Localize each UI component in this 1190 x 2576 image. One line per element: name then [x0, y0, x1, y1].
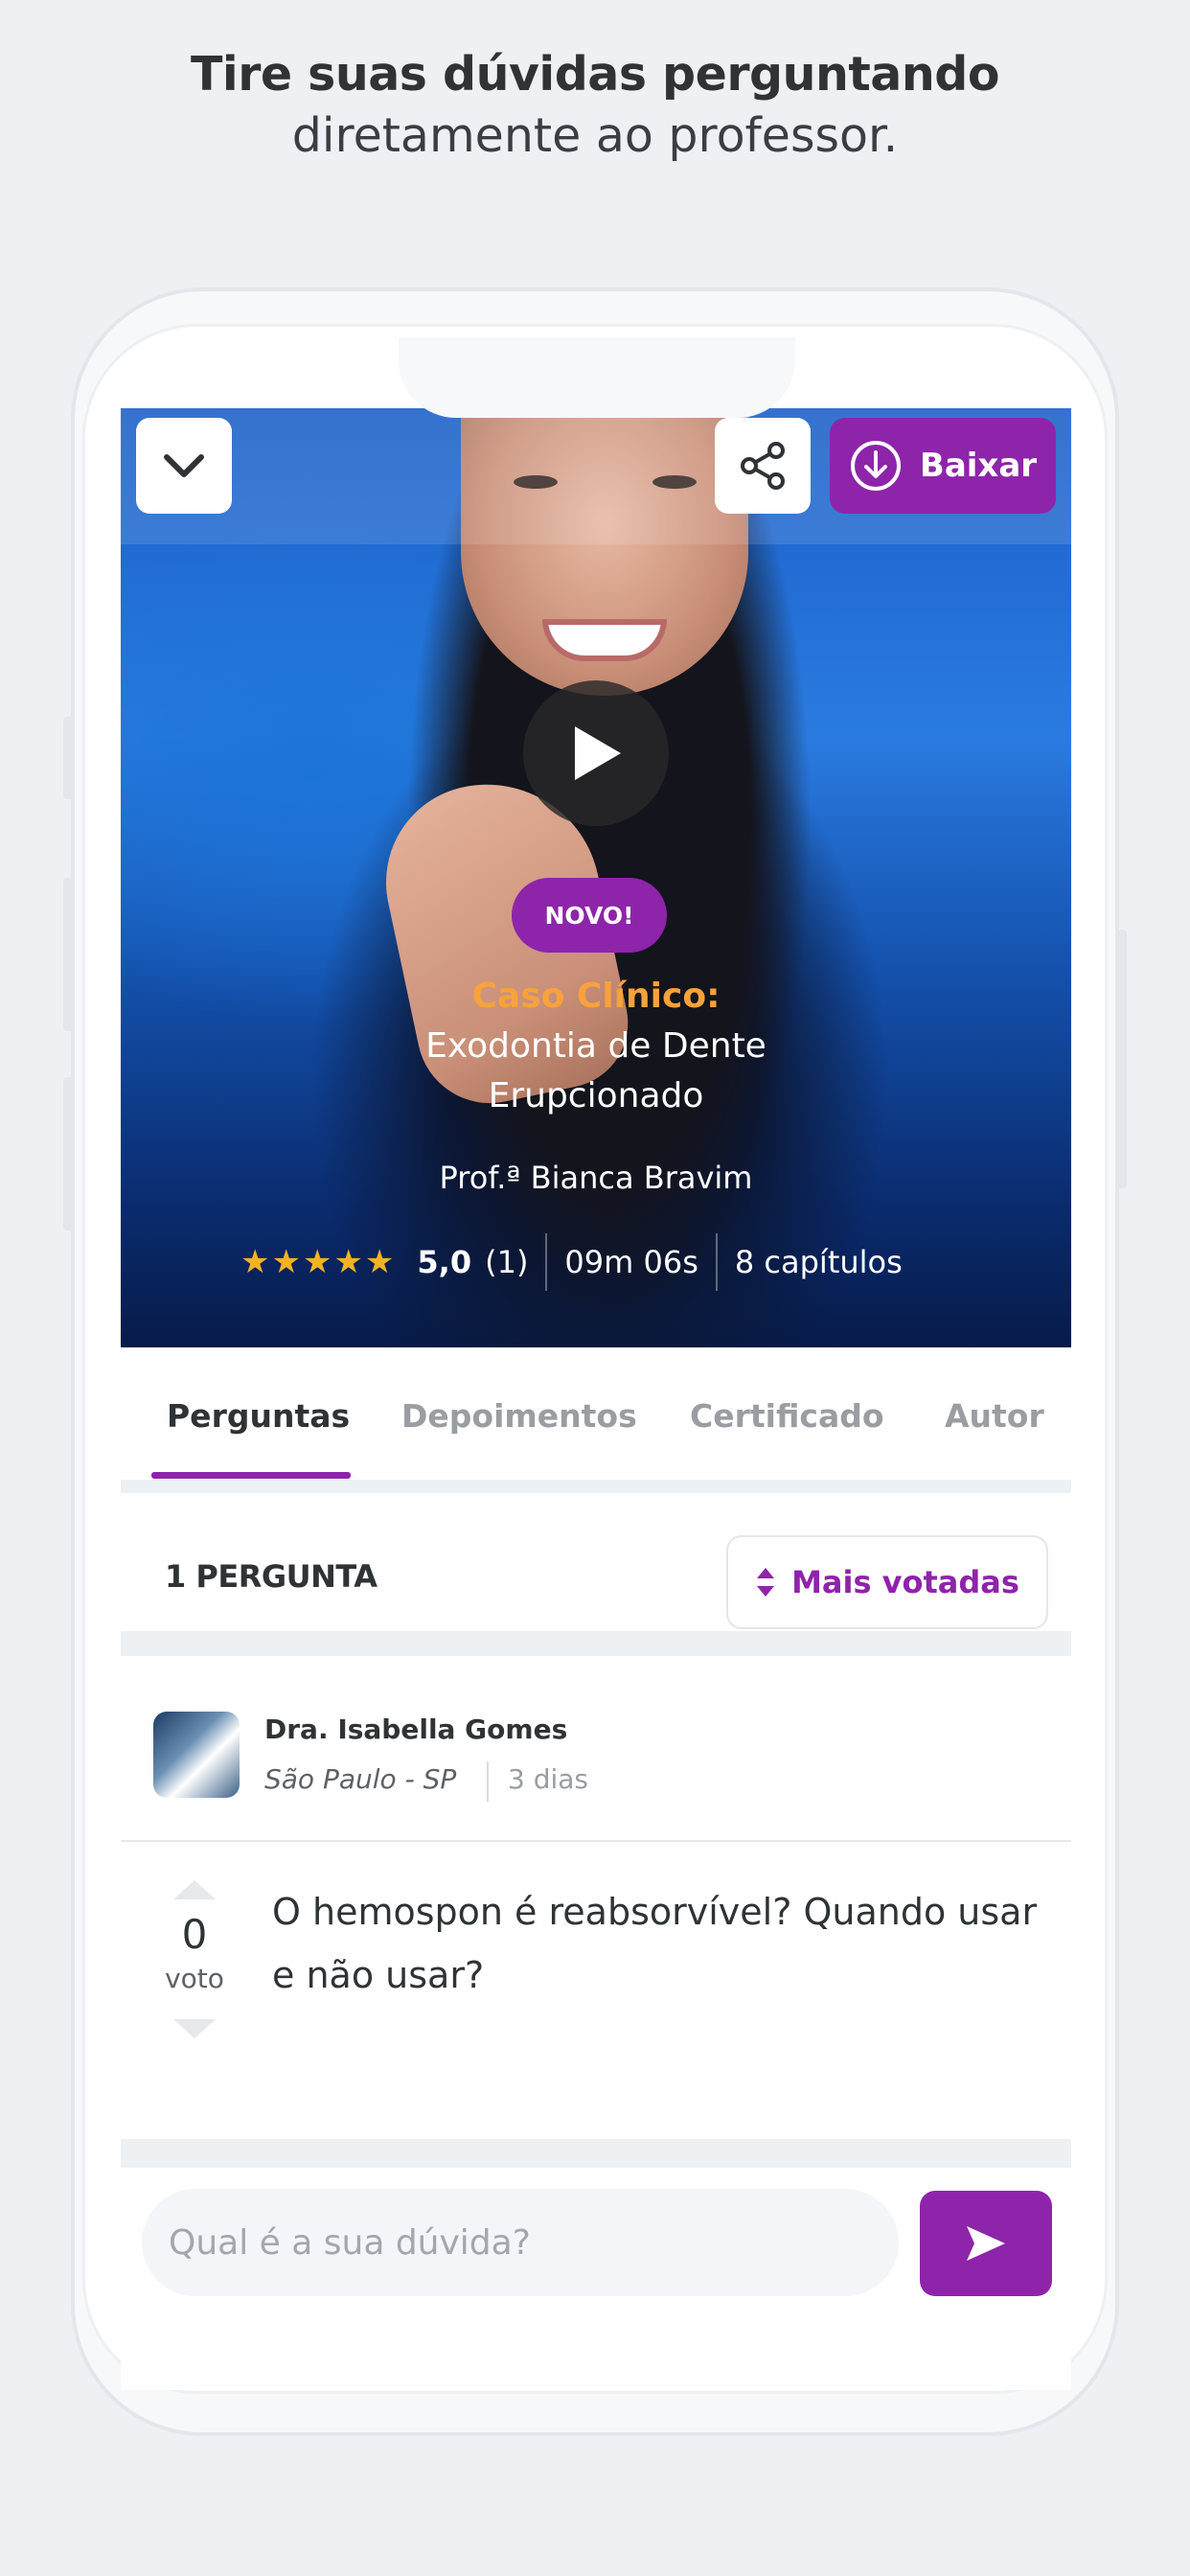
- question-composer: [121, 2168, 1071, 2390]
- course-title-line2: Erupcionado: [488, 1076, 704, 1116]
- app-screen: Baixar NOVO! Caso Clínico: Exodontia de …: [121, 408, 1071, 2390]
- chevron-down-icon: [164, 454, 204, 477]
- headline-line2: diretamente ao professor.: [291, 108, 899, 163]
- questions-header: 1 PERGUNTA Mais votadas: [121, 1512, 1071, 1656]
- tab-autor[interactable]: Autor: [945, 1397, 1044, 1435]
- new-badge: NOVO!: [512, 878, 667, 953]
- tab-certificado[interactable]: Certificado: [690, 1397, 884, 1435]
- vote-down-icon[interactable]: [173, 2019, 216, 2038]
- course-tabs: Perguntas Depoimentos Certificado Autor: [121, 1347, 1071, 1493]
- sort-button[interactable]: Mais votadas: [726, 1535, 1048, 1629]
- phone-notch: [399, 337, 795, 418]
- tab-depoimentos[interactable]: Depoimentos: [401, 1397, 637, 1435]
- share-icon: [741, 442, 785, 490]
- course-title-line1: Exodontia de Dente: [425, 1026, 767, 1066]
- download-label: Baixar: [919, 447, 1038, 485]
- active-tab-indicator: [151, 1472, 351, 1479]
- phone-power-button: [1117, 930, 1127, 1188]
- questions-count: 1 PERGUNTA: [165, 1558, 378, 1595]
- sort-label: Mais votadas: [791, 1564, 1019, 1600]
- send-icon: [967, 2226, 1005, 2261]
- course-duration: 09m 06s: [564, 1244, 698, 1280]
- professor-name: Prof.ª Bianca Bravim: [439, 1160, 753, 1196]
- question-author: Dra. Isabella Gomes São Paulo - SP 3 dia…: [121, 1677, 1071, 1842]
- author-meta-divider: [487, 1761, 489, 1802]
- sort-icon: [757, 1568, 775, 1597]
- rating-count: (1): [485, 1244, 529, 1280]
- collapse-button[interactable]: [136, 418, 232, 514]
- share-button[interactable]: [715, 418, 811, 514]
- rating-stars: ★★★★★: [240, 1243, 397, 1281]
- play-button[interactable]: [523, 680, 669, 826]
- rating-value: 5,0: [417, 1244, 472, 1280]
- author-name: Dra. Isabella Gomes: [264, 1714, 568, 1745]
- course-chapters: 8 capítulos: [734, 1244, 903, 1280]
- author-location: São Paulo - SP: [264, 1763, 457, 1795]
- phone-volume-down: [63, 1077, 73, 1230]
- headline: Tire suas dúvidas perguntando diretament…: [0, 44, 1190, 167]
- vote-count: 0: [181, 1911, 208, 1958]
- download-icon: [850, 441, 901, 491]
- posted-time: 3 dias: [508, 1763, 589, 1795]
- course-title-kicker: Caso Clínico:: [471, 977, 721, 1016]
- question-card: 0 voto O hemospon é reabsorvível? Quando…: [121, 1842, 1071, 2149]
- phone-volume-up: [63, 878, 73, 1031]
- download-button[interactable]: Baixar: [830, 418, 1056, 514]
- vote-widget: 0 voto: [153, 1880, 236, 2038]
- meta-divider: [715, 1233, 718, 1291]
- question-text: O hemospon é reabsorvível? Quando usar e…: [272, 1891, 1038, 1996]
- headline-line1: Tire suas dúvidas perguntando: [190, 47, 1000, 102]
- question-input[interactable]: [142, 2189, 899, 2296]
- tab-perguntas[interactable]: Perguntas: [167, 1397, 350, 1435]
- send-button[interactable]: [920, 2191, 1052, 2296]
- vote-up-icon[interactable]: [173, 1880, 216, 1899]
- section-divider: [121, 2139, 1071, 2168]
- course-meta: ★★★★★ 5,0 (1) 09m 06s 8 capítulos: [240, 1232, 903, 1292]
- play-icon: [575, 726, 621, 780]
- avatar[interactable]: [153, 1712, 240, 1798]
- course-hero: Baixar NOVO! Caso Clínico: Exodontia de …: [121, 408, 1071, 1347]
- meta-divider: [545, 1233, 548, 1291]
- phone-mute-switch: [63, 717, 73, 799]
- course-title: Caso Clínico: Exodontia de Dente Erupcio…: [121, 972, 1071, 1121]
- vote-label: voto: [165, 1963, 224, 1994]
